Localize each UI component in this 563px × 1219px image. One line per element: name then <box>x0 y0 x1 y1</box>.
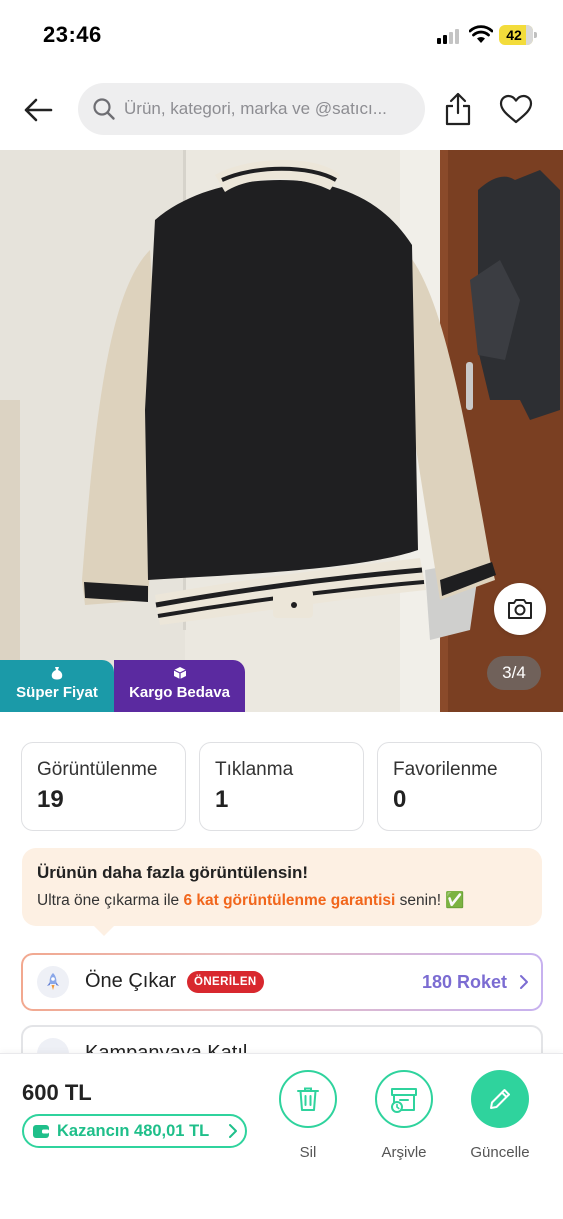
search-icon <box>93 98 115 120</box>
battery-icon: 42 <box>499 25 537 45</box>
delete-button[interactable]: Sil <box>268 1070 348 1161</box>
camera-button[interactable] <box>494 583 546 635</box>
stat-value: 0 <box>393 786 407 813</box>
rocket-icon <box>37 966 69 998</box>
chevron-right-icon <box>520 975 528 989</box>
stat-label: Favorilenme <box>393 759 498 780</box>
stat-label: Görüntülenme <box>37 759 158 780</box>
delete-label: Sil <box>299 1144 317 1161</box>
bottom-action-bar: 600 TL Kazancın 480,01 TL Sil Arşivle Gü… <box>0 1053 563 1219</box>
super-price-label: Süper Fiyat <box>16 684 98 701</box>
battery-level: 42 <box>506 27 522 43</box>
back-arrow-icon <box>24 98 53 122</box>
archive-icon <box>391 1088 417 1113</box>
boost-price: 180 Roket <box>421 972 507 992</box>
signal-icon <box>437 28 461 44</box>
free-shipping-badge: Kargo Bedava <box>114 660 245 712</box>
money-bag-icon <box>51 667 63 680</box>
archive-button[interactable]: Arşivle <box>364 1070 444 1161</box>
status-time: 23:46 <box>43 22 102 47</box>
promo-title: Ürünün daha fazla görüntülensin! <box>37 863 309 882</box>
promo-text: Ultra öne çıkarma ile 6 kat görüntülenme… <box>37 891 542 910</box>
stat-value: 19 <box>37 786 64 813</box>
promo-text-after: senin! ✅ <box>395 892 465 909</box>
stat-label: Tıklanma <box>215 759 294 780</box>
search-placeholder: Ürün, kategori, marka ve @satıcı... <box>124 99 387 118</box>
share-icon <box>445 92 471 126</box>
status-bar: 23:46 42 <box>0 0 563 70</box>
boost-button[interactable]: Öne Çıkar ÖNERİLEN 180 Roket <box>21 953 543 1011</box>
package-icon <box>173 667 186 679</box>
chevron-right-icon <box>229 1124 237 1138</box>
jacket-photo-image <box>0 150 563 712</box>
stat-card-clicks: Tıklanma 1 <box>199 742 364 831</box>
stat-value: 1 <box>215 786 229 813</box>
stat-card-favorites: Favorilenme 0 <box>377 742 542 831</box>
back-button[interactable] <box>18 90 58 130</box>
promo-banner: Ürünün daha fazla görüntülensin! Ultra ö… <box>22 848 542 926</box>
promo-tail <box>92 924 116 936</box>
update-button[interactable]: Güncelle <box>460 1070 540 1161</box>
earnings-button[interactable]: Kazancın 480,01 TL <box>22 1114 247 1148</box>
free-shipping-label: Kargo Bedava <box>129 684 230 701</box>
heart-icon <box>499 94 533 124</box>
promo-highlight: 6 kat görüntülenme garantisi <box>183 892 396 909</box>
share-button[interactable] <box>438 88 478 130</box>
boost-title: Öne Çıkar <box>85 970 177 992</box>
top-nav: Ürün, kategori, marka ve @satıcı... <box>0 80 563 140</box>
product-photo[interactable]: 3/4 Süper Fiyat Kargo Bedava <box>0 150 563 712</box>
pencil-icon <box>490 1089 510 1109</box>
search-input[interactable]: Ürün, kategori, marka ve @satıcı... <box>78 83 425 135</box>
archive-label: Arşivle <box>381 1144 427 1161</box>
trash-icon <box>297 1087 319 1111</box>
update-label: Güncelle <box>470 1144 530 1161</box>
wallet-icon <box>33 1125 49 1138</box>
photo-counter: 3/4 <box>487 656 541 690</box>
earnings-text: Kazancın 480,01 TL <box>57 1121 210 1140</box>
favorite-button[interactable] <box>495 88 537 130</box>
promo-text-before: Ultra öne çıkarma ile <box>37 892 184 909</box>
product-price: 600 TL <box>22 1080 92 1105</box>
camera-icon <box>508 599 532 619</box>
stat-card-views: Görüntülenme 19 <box>21 742 186 831</box>
recommended-badge: ÖNERİLEN <box>187 971 264 993</box>
wifi-icon <box>469 25 493 43</box>
super-price-badge: Süper Fiyat <box>0 660 114 712</box>
